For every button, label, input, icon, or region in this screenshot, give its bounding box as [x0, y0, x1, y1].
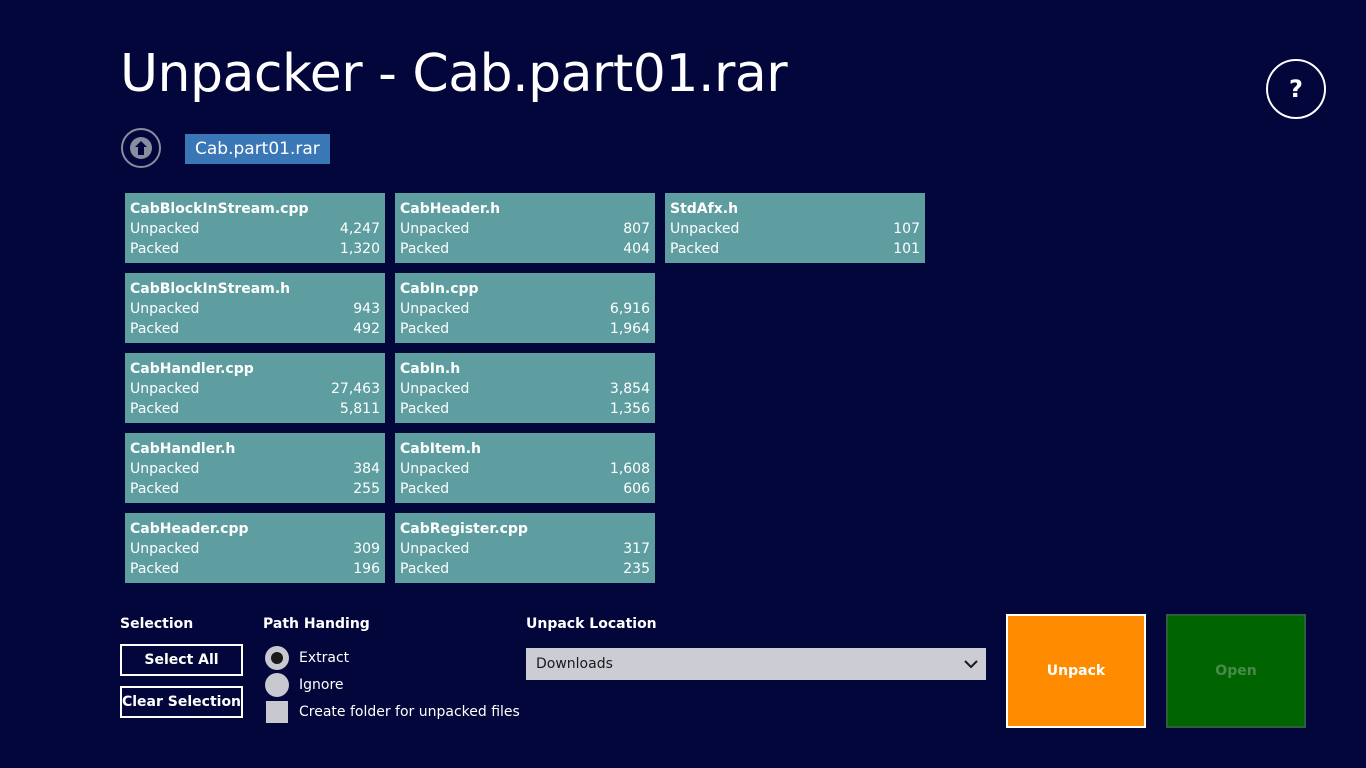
packed-label: Packed [670, 241, 720, 257]
extract-radio[interactable] [265, 646, 289, 670]
file-name: CabIn.cpp [400, 281, 479, 297]
unpacked-size: 4,247 [339, 221, 380, 237]
path-handling-heading: Path Handing [263, 616, 370, 632]
file-tile[interactable]: CabBlockInStream.h Unpacked 943 Packed 492 [125, 273, 385, 343]
file-name: CabHandler.h [130, 441, 236, 457]
packed-label: Packed [400, 321, 450, 337]
packed-label: Packed [400, 561, 450, 577]
file-tile[interactable]: CabRegister.cpp Unpacked 317 Packed 235 [395, 513, 655, 583]
unpacked-label: Unpacked [400, 221, 470, 237]
selection-heading: Selection [120, 616, 194, 632]
navigate-up-button[interactable] [121, 128, 161, 168]
packed-label: Packed [130, 321, 180, 337]
unpack-location-value: Downloads [536, 656, 613, 672]
unpacked-label: Unpacked [130, 381, 200, 397]
file-tile[interactable]: CabHeader.h Unpacked 807 Packed 404 [395, 193, 655, 263]
packed-label: Packed [130, 561, 180, 577]
create-folder-label: Create folder for unpacked files [299, 704, 520, 720]
file-tile[interactable]: CabBlockInStream.cpp Unpacked 4,247 Packe… [125, 193, 385, 263]
unpacked-label: Unpacked [400, 381, 470, 397]
file-tile[interactable]: CabHandler.cpp Unpacked 27,463 Packed 5,81… [125, 353, 385, 423]
unpacked-size: 384 [353, 461, 380, 477]
app-window: Unpacker - Cab.part01.rar ? Cab.part01.r… [0, 0, 1366, 768]
packed-size: 492 [353, 321, 380, 337]
clear-selection-button[interactable]: Clear Selection [120, 686, 243, 718]
unpacked-label: Unpacked [670, 221, 740, 237]
packed-size: 196 [353, 561, 380, 577]
file-tile[interactable]: CabItem.h Unpacked 1,608 Packed 606 [395, 433, 655, 503]
packed-label: Packed [400, 481, 450, 497]
packed-size: 255 [353, 481, 380, 497]
file-name: CabHandler.cpp [130, 361, 254, 377]
file-tile[interactable]: CabIn.h Unpacked 3,854 Packed 1,356 [395, 353, 655, 423]
create-folder-option[interactable]: Create folder for unpacked files [265, 701, 520, 723]
packed-size: 1,320 [339, 241, 380, 257]
packed-label: Packed [400, 241, 450, 257]
packed-label: Packed [130, 241, 180, 257]
radio-selected-dot [271, 652, 283, 664]
packed-size: 606 [623, 481, 650, 497]
unpacked-label: Unpacked [400, 301, 470, 317]
file-tile[interactable]: StdAfx.h Unpacked 107 Packed 101 [665, 193, 925, 263]
file-tile[interactable]: CabHeader.cpp Unpacked 309 Packed 196 [125, 513, 385, 583]
file-name: CabItem.h [400, 441, 482, 457]
unpacked-size: 6,916 [609, 301, 650, 317]
select-all-button[interactable]: Select All [120, 644, 243, 676]
packed-label: Packed [130, 481, 180, 497]
unpacked-label: Unpacked [130, 301, 200, 317]
unpacked-size: 27,463 [331, 381, 380, 397]
packed-size: 1,964 [609, 321, 650, 337]
ignore-label: Ignore [299, 677, 344, 693]
unpack-location-select[interactable]: Downloads [526, 648, 986, 680]
unpack-location-heading: Unpack Location [526, 616, 657, 632]
unpacked-label: Unpacked [400, 541, 470, 557]
packed-size: 404 [623, 241, 650, 257]
unpacked-size: 317 [623, 541, 650, 557]
file-name: CabBlockInStream.h [130, 281, 291, 297]
file-name: CabHeader.cpp [130, 521, 249, 537]
breadcrumb-current[interactable]: Cab.part01.rar [185, 134, 330, 164]
arrow-up-icon [130, 137, 152, 159]
unpacked-label: Unpacked [130, 461, 200, 477]
unpacked-label: Unpacked [400, 461, 470, 477]
chevron-down-icon [964, 660, 978, 669]
unpacked-size: 943 [353, 301, 380, 317]
unpacked-size: 107 [893, 221, 920, 237]
unpacked-label: Unpacked [130, 541, 200, 557]
file-name: CabBlockInStream.cpp [130, 201, 309, 217]
create-folder-checkbox[interactable] [266, 701, 288, 723]
packed-size: 235 [623, 561, 650, 577]
unpacked-size: 1,608 [609, 461, 650, 477]
file-name: CabIn.h [400, 361, 461, 377]
unpacked-size: 309 [353, 541, 380, 557]
open-button[interactable]: Open [1166, 614, 1306, 728]
file-tile[interactable]: CabIn.cpp Unpacked 6,916 Packed 1,964 [395, 273, 655, 343]
packed-size: 101 [893, 241, 920, 257]
file-tile[interactable]: CabHandler.h Unpacked 384 Packed 255 [125, 433, 385, 503]
packed-label: Packed [400, 401, 450, 417]
packed-label: Packed [130, 401, 180, 417]
unpack-button[interactable]: Unpack [1006, 614, 1146, 728]
packed-size: 1,356 [609, 401, 650, 417]
extract-option[interactable]: Extract [265, 646, 349, 670]
page-title: Unpacker - Cab.part01.rar [120, 44, 788, 104]
unpacked-size: 807 [623, 221, 650, 237]
file-name: CabHeader.h [400, 201, 501, 217]
ignore-radio[interactable] [265, 673, 289, 697]
extract-label: Extract [299, 650, 350, 666]
packed-size: 5,811 [339, 401, 380, 417]
ignore-option[interactable]: Ignore [265, 673, 344, 697]
help-button[interactable]: ? [1266, 59, 1326, 119]
unpacked-label: Unpacked [130, 221, 200, 237]
file-name: StdAfx.h [670, 201, 739, 217]
file-name: CabRegister.cpp [400, 521, 528, 537]
unpacked-size: 3,854 [609, 381, 650, 397]
